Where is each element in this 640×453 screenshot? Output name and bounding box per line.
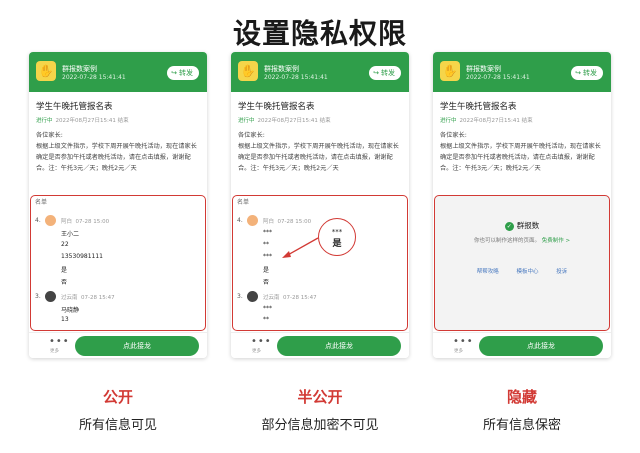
- entry-index: 4.: [237, 217, 243, 224]
- mode-desc-hidden: 所有信息保密: [482, 418, 561, 433]
- entry-value-masked: **: [263, 241, 269, 248]
- entry-value: 是: [263, 267, 270, 274]
- page-title: 设置隐私权限: [232, 17, 407, 50]
- avatar: [45, 215, 56, 226]
- mode-desc-semi: 部分信息加密不可见: [261, 418, 379, 433]
- entry-meta: 阿白 07-28 15:00: [263, 219, 312, 225]
- app-header: ✋ 群报数案例 2022-07-28 15:41:41 ↪ 转发: [231, 52, 409, 92]
- share-button[interactable]: ↪ 转发: [167, 66, 199, 80]
- more-icon[interactable]: •••: [49, 336, 70, 347]
- entry-value: 13530981111: [61, 253, 103, 260]
- entry-meta: 过云南 07-28 15:47: [61, 295, 115, 301]
- form-body: 各位家长: 根据上级文件指示，学校下周开展午晚托活动，现在请家长确定是否参加午托或…: [440, 132, 601, 172]
- name-list: 名单 4. 阿白 07-28 15:00 王小二 22 13530981111 …: [30, 195, 206, 331]
- form-title: 学生午晚托管报名表: [36, 102, 113, 112]
- app-logo-icon: ✋: [238, 61, 258, 81]
- app-logo-icon: ✋: [36, 61, 56, 81]
- entry-value-masked: ***: [263, 229, 272, 236]
- share-icon: ↪: [171, 69, 177, 77]
- form-body: 各位家长: 根据上级文件指示，学校下周开展午晚托活动，现在请家长确定是否参加午托或…: [238, 132, 399, 172]
- app-name: 群报数案例: [62, 65, 97, 73]
- entry-value: 王小二: [61, 231, 80, 238]
- avatar: [247, 215, 258, 226]
- entry-value: 否: [263, 279, 270, 286]
- join-button[interactable]: 点此接龙: [75, 336, 199, 356]
- app-header: ✋ 群报数案例 2022-07-28 15:41:41 ↪ 转发: [29, 52, 207, 92]
- entry-meta: 阿白 07-28 15:00: [61, 219, 110, 225]
- app-logo-icon: ✋: [440, 61, 460, 81]
- form-title: 学生午晚托管报名表: [238, 102, 315, 112]
- share-icon: ↪: [575, 69, 581, 77]
- entry-value: 马晓静: [61, 307, 80, 314]
- entry-value-masked: ***: [263, 253, 272, 260]
- share-button[interactable]: ↪ 转发: [571, 66, 603, 80]
- entry-value: 13: [61, 316, 69, 323]
- hidden-brand: ✓ 群报数: [504, 221, 540, 231]
- brand-logo-icon: ✓: [504, 221, 514, 231]
- mode-caption-public: 公开: [102, 388, 133, 406]
- callout-arrow: [282, 237, 319, 258]
- phone-semi-public: ✋ 群报数案例 2022-07-28 15:41:41 ↪ 转发 学生午晚托管报名…: [231, 52, 409, 358]
- avatar: [247, 291, 258, 302]
- link-templates[interactable]: 模板中心: [516, 269, 538, 275]
- mode-caption-hidden: 隐藏: [506, 388, 537, 406]
- footer-bar: ••• 更多 点此接龙: [29, 332, 207, 358]
- phone-hidden: ✋ 群报数案例 2022-07-28 15:41:41 ↪ 转发 学生午晚托管报名…: [433, 52, 611, 358]
- free-make-link[interactable]: 免费制作 >: [542, 238, 570, 244]
- app-name: 群报数案例: [466, 65, 501, 73]
- names-label: 名单: [237, 199, 250, 206]
- share-icon: ↪: [373, 69, 379, 77]
- more-icon[interactable]: •••: [453, 336, 474, 347]
- phone-public: ✋ 群报数案例 2022-07-28 15:41:41 ↪ 转发 学生午晚托管报名…: [29, 52, 207, 358]
- entry-value: 否: [61, 279, 68, 286]
- form-title: 学生午晚托管报名表: [440, 102, 517, 112]
- hidden-desc: 你也可以制作这样的页面。 免费制作 >: [473, 238, 571, 244]
- entry-value-masked: ***: [263, 305, 272, 312]
- more-icon[interactable]: •••: [251, 336, 272, 347]
- more-label: 更多: [252, 349, 261, 354]
- form-status: 进行中 2022年08月27日15:41 结束: [238, 118, 331, 124]
- mode-desc-public: 所有信息可见: [78, 418, 157, 433]
- link-guide[interactable]: 帮帮攻略: [477, 269, 499, 275]
- join-button[interactable]: 点此接龙: [479, 336, 603, 356]
- more-label: 更多: [50, 349, 59, 354]
- hidden-links: 帮帮攻略 模板中心 投诉: [435, 267, 609, 275]
- form-body: 各位家长: 根据上级文件指示，学校下周开展午晚托活动，现在请家长确定是否参加午托或…: [36, 132, 197, 172]
- avatar: [45, 291, 56, 302]
- share-button[interactable]: ↪ 转发: [369, 66, 401, 80]
- names-label: 名单: [35, 199, 48, 206]
- more-label: 更多: [454, 349, 463, 354]
- entry-index: 3.: [237, 293, 243, 300]
- form-status: 进行中 2022年08月27日15:41 结束: [440, 118, 533, 124]
- app-date: 2022-07-28 15:41:41: [264, 74, 328, 81]
- masked-callout: *** 是: [318, 218, 356, 256]
- app-header: ✋ 群报数案例 2022-07-28 15:41:41 ↪ 转发: [433, 52, 611, 92]
- entry-index: 4.: [35, 217, 41, 224]
- app-date: 2022-07-28 15:41:41: [62, 74, 126, 81]
- footer-bar: ••• 更多 点此接龙: [231, 332, 409, 358]
- form-status: 进行中 2022年08月27日15:41 结束: [36, 118, 129, 124]
- name-list: 名单 4. 阿白 07-28 15:00 *** ** *** 是 否 3. 过…: [232, 195, 408, 331]
- entry-index: 3.: [35, 293, 41, 300]
- entry-meta: 过云南 07-28 15:47: [263, 295, 317, 301]
- entry-value: 是: [61, 267, 68, 274]
- app-name: 群报数案例: [264, 65, 299, 73]
- mode-caption-semi: 半公开: [297, 388, 343, 406]
- entry-value: 22: [61, 241, 69, 248]
- entry-value-masked: **: [263, 316, 269, 323]
- app-date: 2022-07-28 15:41:41: [466, 74, 530, 81]
- hidden-panel: ✓ 群报数 你也可以制作这样的页面。 免费制作 > 帮帮攻略 模板中心 投诉: [434, 195, 610, 331]
- link-complain[interactable]: 投诉: [556, 269, 567, 275]
- footer-bar: ••• 更多 点此接龙: [433, 332, 611, 358]
- join-button[interactable]: 点此接龙: [277, 336, 401, 356]
